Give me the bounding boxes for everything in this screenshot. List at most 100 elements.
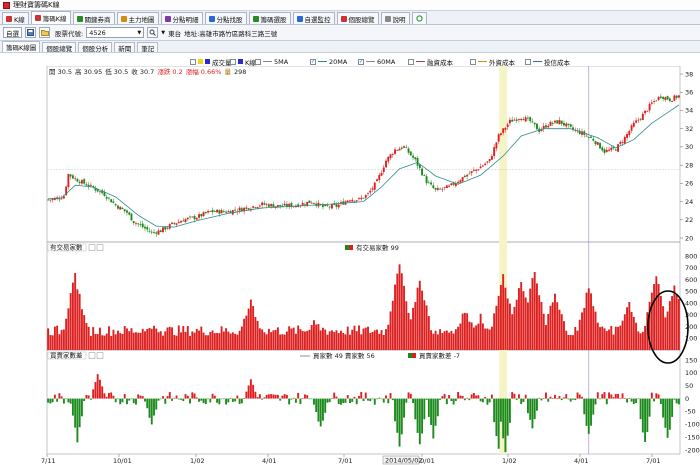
y-tick-label: 700 [685,264,697,272]
legend-item-6[interactable]: 外資成本 [470,57,515,67]
broker-bar [466,313,469,350]
panel-legend-label: 買賣家數差 -7 [419,351,460,360]
tab-main-3[interactable]: 主力地圖 [116,12,159,24]
net-bar [159,398,162,400]
candle-body [547,125,550,128]
candle-body [256,207,259,209]
legend-item-3[interactable]: ✓ 20MA [310,58,347,66]
broker-bar [373,330,376,350]
broker-bar [382,334,385,350]
broker-bar [488,329,491,350]
legend-checkbox[interactable] [190,58,196,65]
legend-checkbox[interactable] [525,58,531,65]
broker-bar [472,327,475,350]
ohlc-field: 量 [224,68,231,76]
broker-bar [335,330,338,350]
dropdown-arrow-icon[interactable]: ▼ [161,30,165,36]
tab-main-8[interactable]: 個股總覽 [336,12,379,24]
legend-checkbox[interactable]: ✓ [358,58,364,65]
candle-body [148,230,151,232]
legend-item-4[interactable]: ✓ 60MA [358,58,395,66]
legend-checkbox[interactable]: ✓ [310,58,316,65]
legend-checkbox[interactable] [230,58,236,65]
ohlc-field: 收 30.7 [131,67,154,76]
net-bar [671,398,674,417]
net-bar [74,398,77,428]
candle-body [346,200,349,203]
tab-main-2[interactable]: 關鍵券商 [72,12,115,24]
net-bar [414,398,417,420]
stock-chart[interactable]: 20 22 24 26 28 30 32 34 36 38 開 30.5 高 30.95 低 30.5 收… [0,66,700,465]
candle-body [186,217,189,220]
tab-sub-2[interactable]: 個股分析 [78,42,113,53]
net-bar [110,392,113,399]
net-bar [285,394,288,399]
tab-sub-0[interactable]: 籌碼K線圖 [2,41,41,52]
net-bar [312,398,315,405]
tab-main-4[interactable]: 分點明細 [160,12,203,24]
legend-item-5[interactable]: 融資成本 [408,57,453,67]
candle-body [499,133,502,135]
broker-bar [189,335,191,350]
broker-bar [317,324,320,350]
watchlist-button[interactable]: 自選 [3,27,22,38]
broker-bar [603,328,606,350]
candle-body [497,134,500,142]
net-bar [153,398,155,416]
candle-body [367,193,369,195]
broker-bar [297,325,300,350]
net-bar [157,398,160,401]
search-icon[interactable] [147,27,159,38]
stock-code-input[interactable]: 4526 ▼ [86,27,145,38]
tab-main-9[interactable]: 說明 [380,12,410,24]
tab-sub-3[interactable]: 新聞 [114,42,136,53]
candle-body [477,169,480,171]
broker-bar [592,306,595,350]
tab-main-6[interactable]: 籌碼選股 [248,12,291,24]
candle-body [666,96,669,100]
candle-body [382,167,385,172]
net-bar [563,397,565,399]
broker-bar [283,334,286,350]
tab-main-7[interactable]: 自選監控 [292,12,335,24]
candle-body [335,204,338,207]
refresh-tab-icon[interactable] [411,12,427,24]
tab-sub-1[interactable]: 個股總覽 [42,42,77,53]
tab-icon [208,15,215,22]
tab-main-1[interactable]: 籌碼K線 [30,11,71,24]
legend-label: 20MA [329,57,348,66]
net-bar [49,398,52,404]
legend-item-1[interactable]: K線 [230,57,256,67]
chevron-down-icon[interactable]: ▼ [137,30,141,36]
legend-checkbox[interactable] [470,58,476,65]
tab-main-5[interactable]: 分點找股 [204,12,247,24]
legend-swatch [349,245,353,250]
candle-body [531,121,534,123]
legend-item-2[interactable]: 5MA [255,58,288,66]
net-bar [560,398,563,401]
broker-bar [423,300,426,350]
broker-bar [445,330,448,350]
legend-item-0[interactable]: 成交量 [190,57,232,67]
broker-bar [349,334,351,350]
tab-sub-4[interactable]: 筆記 [137,42,159,53]
net-bar [549,396,552,399]
net-bar [554,394,556,399]
broker-bar [511,314,514,350]
broker-bar [666,311,669,350]
save-icon[interactable] [25,27,36,38]
broker-bar [448,332,451,350]
tab-main-0[interactable]: K線 [2,12,29,24]
net-bar [576,392,579,399]
broker-bar [229,333,232,350]
folder-icon[interactable] [39,27,50,38]
candle-body [153,231,155,233]
legend-checkbox[interactable] [255,58,261,65]
legend-checkbox[interactable] [408,58,414,65]
legend-line [263,61,272,62]
net-bar [360,391,363,399]
broker-bar [310,325,313,350]
net-bar [599,398,601,400]
net-bar [220,398,223,400]
legend-item-7[interactable]: 投信成本 [525,57,570,67]
